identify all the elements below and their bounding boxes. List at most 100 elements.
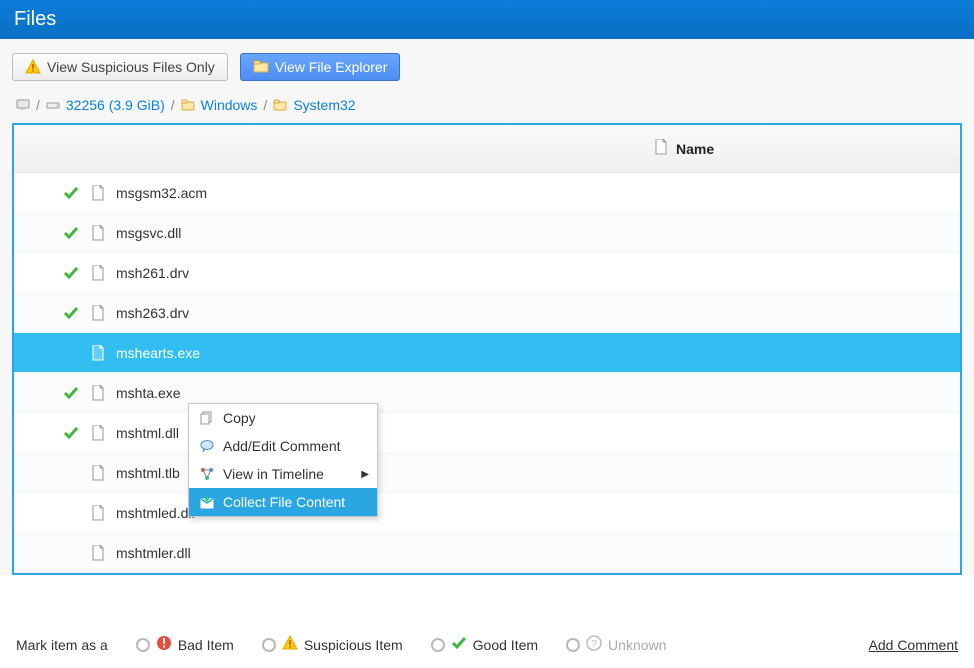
rows-container: msgsm32.acm msgsvc.dll msh261.drv msh263.dr…	[14, 173, 960, 573]
option-label: Good Item	[473, 637, 538, 653]
breadcrumb-folder-windows[interactable]: Windows	[201, 97, 258, 113]
table-row[interactable]: msh263.drv	[14, 293, 960, 333]
mark-bad-option[interactable]: Bad Item	[136, 635, 234, 654]
file-icon	[90, 385, 106, 401]
file-table-panel: Name msgsm32.acm msgsvc.dll msh261.drv msh2…	[12, 123, 962, 575]
option-label: Suspicious Item	[304, 637, 403, 653]
folder-icon	[181, 98, 195, 112]
file-name: mshtmler.dll	[116, 545, 191, 561]
collect-icon	[199, 494, 215, 510]
check-icon	[62, 424, 80, 442]
file-name: mshearts.exe	[116, 345, 200, 361]
column-name-label: Name	[676, 141, 714, 157]
status-empty	[62, 464, 80, 482]
file-name: msh261.drv	[116, 265, 189, 281]
mark-suspicious-option[interactable]: Suspicious Item	[262, 635, 403, 654]
radio-icon	[262, 638, 276, 652]
breadcrumb-folder-system32[interactable]: System32	[293, 97, 355, 113]
copy-icon	[199, 410, 215, 426]
mark-unknown-option: ? Unknown	[566, 635, 666, 654]
status-empty	[62, 544, 80, 562]
chevron-right-icon: ▶	[361, 469, 369, 480]
mark-item-label: Mark item as a	[16, 637, 108, 653]
titlebar: Files	[0, 0, 974, 39]
check-icon	[62, 264, 80, 282]
breadcrumb-sep: /	[171, 97, 175, 113]
toolbar: View Suspicious Files Only View File Exp…	[12, 53, 962, 81]
table-row[interactable]: mshearts.exe	[14, 333, 960, 373]
content-area: View Suspicious Files Only View File Exp…	[0, 39, 974, 575]
check-icon	[62, 224, 80, 242]
breadcrumb: / 32256 (3.9 GiB) / Windows / System32	[12, 91, 962, 123]
table-row[interactable]: mshtmled.dll	[14, 493, 960, 533]
folder-icon	[273, 98, 287, 112]
unknown-icon: ?	[586, 635, 602, 654]
table-row[interactable]: msh261.drv	[14, 253, 960, 293]
computer-icon	[16, 98, 30, 112]
file-icon	[90, 225, 106, 241]
table-row[interactable]: mshtmler.dll	[14, 533, 960, 573]
check-icon	[62, 184, 80, 202]
table-row[interactable]: mshtml.dll	[14, 413, 960, 453]
ctx-timeline[interactable]: View in Timeline ▶	[189, 460, 377, 488]
file-icon	[90, 305, 106, 321]
ctx-comment[interactable]: Add/Edit Comment	[189, 432, 377, 460]
table-row[interactable]: msgsm32.acm	[14, 173, 960, 213]
file-icon	[90, 505, 106, 521]
breadcrumb-sep: /	[36, 97, 40, 113]
file-icon	[90, 545, 106, 561]
context-menu: Copy Add/Edit Comment View in Timeline ▶ Col…	[188, 403, 378, 517]
option-label: Bad Item	[178, 637, 234, 653]
check-icon	[62, 384, 80, 402]
add-comment-link[interactable]: Add Comment	[869, 637, 958, 653]
ctx-collect[interactable]: Collect File Content	[189, 488, 377, 516]
ctx-label: Copy	[223, 410, 256, 426]
radio-icon	[566, 638, 580, 652]
file-icon	[90, 185, 106, 201]
file-icon	[90, 425, 106, 441]
view-explorer-button[interactable]: View File Explorer	[240, 53, 401, 81]
svg-text:?: ?	[591, 639, 597, 650]
view-suspicious-button[interactable]: View Suspicious Files Only	[12, 53, 228, 81]
table-row[interactable]: mshta.exe	[14, 373, 960, 413]
file-name: mshta.exe	[116, 385, 181, 401]
ctx-copy[interactable]: Copy	[189, 404, 377, 432]
file-icon	[654, 139, 668, 158]
view-suspicious-label: View Suspicious Files Only	[47, 59, 215, 75]
ctx-label: View in Timeline	[223, 466, 324, 482]
option-label: Unknown	[608, 637, 666, 653]
breadcrumb-drive[interactable]: 32256 (3.9 GiB)	[66, 97, 165, 113]
ctx-label: Collect File Content	[223, 494, 345, 510]
status-empty	[62, 344, 80, 362]
radio-icon	[431, 638, 445, 652]
file-name: mshtmled.dll	[116, 505, 195, 521]
footer-bar: Mark item as a Bad Item Suspicious Item Go…	[0, 635, 974, 654]
good-icon	[451, 635, 467, 654]
file-name: mshtml.dll	[116, 425, 179, 441]
file-name: msh263.drv	[116, 305, 189, 321]
table-row[interactable]: msgsvc.dll	[14, 213, 960, 253]
drive-icon	[46, 98, 60, 112]
table-row[interactable]: mshtml.tlb	[14, 453, 960, 493]
breadcrumb-sep: /	[263, 97, 267, 113]
status-empty	[62, 504, 80, 522]
bad-icon	[156, 635, 172, 654]
mark-good-option[interactable]: Good Item	[431, 635, 538, 654]
file-icon	[90, 345, 106, 361]
file-name: msgsvc.dll	[116, 225, 181, 241]
warning-icon	[25, 59, 41, 75]
file-name: mshtml.tlb	[116, 465, 180, 481]
table-header[interactable]: Name	[14, 125, 960, 173]
radio-icon	[136, 638, 150, 652]
file-icon	[90, 265, 106, 281]
titlebar-title: Files	[14, 8, 56, 30]
view-explorer-label: View File Explorer	[275, 59, 388, 75]
ctx-label: Add/Edit Comment	[223, 438, 341, 454]
comment-icon	[199, 438, 215, 454]
timeline-icon	[199, 466, 215, 482]
suspicious-icon	[282, 635, 298, 654]
folder-explorer-icon	[253, 59, 269, 75]
file-name: msgsm32.acm	[116, 185, 207, 201]
file-icon	[90, 465, 106, 481]
check-icon	[62, 304, 80, 322]
